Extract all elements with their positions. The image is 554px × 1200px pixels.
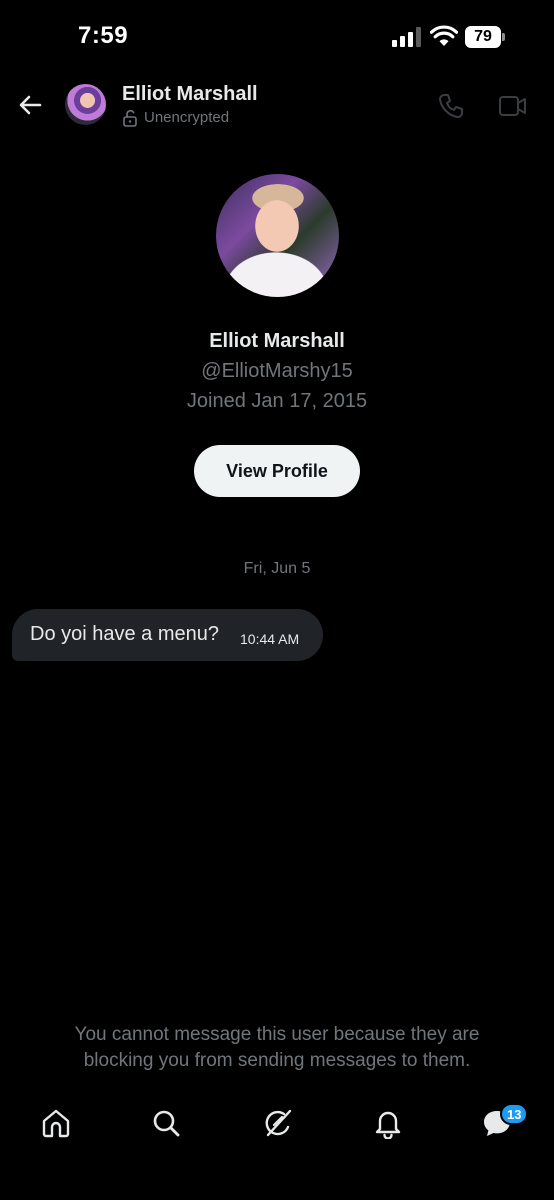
- bottom-nav: 13: [0, 1095, 554, 1155]
- dm-conversation-screen: 7:59 79 Elliot Marshall Unencrypted Elli…: [0, 0, 554, 1200]
- profile-name: Elliot Marshall: [209, 330, 345, 352]
- battery-indicator: 79: [465, 26, 505, 48]
- incoming-message-bubble[interactable]: Do yoi have a menu? 10:44 AM: [12, 609, 323, 661]
- encryption-status: Unencrypted: [144, 109, 230, 126]
- profile-avatar[interactable]: [216, 174, 339, 297]
- grok-icon[interactable]: [262, 1107, 294, 1139]
- profile-joined-date: Joined Jan 17, 2015: [186, 390, 368, 412]
- battery-tip: [502, 33, 505, 41]
- battery-level: 79: [465, 26, 501, 48]
- profile-handle: @ElliotMarshy15: [201, 360, 353, 382]
- header-user-name[interactable]: Elliot Marshall: [122, 83, 258, 106]
- view-profile-button[interactable]: View Profile: [194, 445, 360, 497]
- unlock-icon: [123, 109, 137, 127]
- status-bar: 7:59 79: [0, 0, 554, 74]
- search-icon[interactable]: [150, 1107, 182, 1139]
- wifi-icon: [430, 25, 458, 46]
- header-avatar[interactable]: [65, 84, 106, 125]
- phone-icon[interactable]: [437, 92, 465, 120]
- date-separator: Fri, Jun 5: [243, 560, 311, 577]
- video-camera-icon[interactable]: [498, 92, 528, 120]
- conversation-header: Elliot Marshall Unencrypted: [0, 74, 554, 138]
- message-timestamp: 10:44 AM: [240, 631, 300, 647]
- home-icon[interactable]: [40, 1107, 72, 1139]
- signal-icon: [392, 27, 421, 47]
- back-arrow-icon[interactable]: [16, 90, 46, 120]
- message-text: Do yoi have a menu?: [30, 623, 220, 645]
- status-time: 7:59: [78, 22, 129, 49]
- bell-icon[interactable]: [372, 1107, 404, 1139]
- messages-unread-badge: 13: [500, 1103, 529, 1125]
- blocked-notice: You cannot message this user because the…: [74, 1024, 480, 1071]
